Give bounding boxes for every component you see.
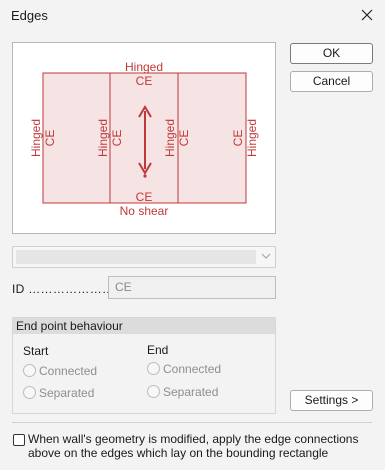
radio-circle xyxy=(23,364,36,377)
radio-circle xyxy=(23,386,36,399)
divider2-hinged-label[interactable]: Hinged xyxy=(163,119,177,157)
left-ce-label[interactable]: CE xyxy=(43,130,57,147)
bottom-edge-label[interactable]: No shear xyxy=(120,204,169,218)
dropdown-value xyxy=(16,250,256,264)
id-label: ID …………………. xyxy=(12,282,118,296)
ok-button[interactable]: OK xyxy=(290,43,373,64)
radio-label: Connected xyxy=(163,362,222,376)
chevron-down-icon xyxy=(261,253,271,259)
edge-type-dropdown[interactable] xyxy=(12,246,276,268)
checkbox-label[interactable]: When wall's geometry is modified, apply … xyxy=(28,432,380,460)
radio-circle xyxy=(147,362,160,375)
close-icon xyxy=(361,9,373,21)
divider2-ce-label[interactable]: CE xyxy=(177,130,191,147)
end-point-behaviour-group: End point behaviour Start End Connected … xyxy=(12,317,276,414)
radio-label: Connected xyxy=(39,364,98,378)
right-ce-label[interactable]: CE xyxy=(231,130,245,147)
title-bar: Edges xyxy=(0,0,385,32)
left-edge-label[interactable]: Hinged xyxy=(29,119,43,157)
group-title: End point behaviour xyxy=(13,318,275,334)
id-field[interactable]: CE xyxy=(108,276,276,299)
radio-label: Separated xyxy=(163,385,219,399)
dialog-title: Edges xyxy=(11,8,48,23)
edges-dialog: Edges Hinged CE CE No shear Hinged CE Hi… xyxy=(0,0,385,470)
edge-preview: Hinged CE CE No shear Hinged CE Hinged C… xyxy=(12,42,276,234)
right-edge-label[interactable]: Hinged xyxy=(245,119,259,157)
close-button[interactable] xyxy=(353,1,383,31)
top-edge-label[interactable]: Hinged xyxy=(125,60,163,74)
bottom-ce-label[interactable]: CE xyxy=(136,190,153,204)
cancel-button[interactable]: Cancel xyxy=(290,71,373,92)
top-ce-label[interactable]: CE xyxy=(136,74,153,88)
settings-button[interactable]: Settings > xyxy=(290,390,373,411)
apply-bounding-edges-checkbox[interactable] xyxy=(13,434,25,446)
radio-label: Separated xyxy=(39,386,95,400)
end-heading: End xyxy=(147,343,169,357)
divider1-hinged-label[interactable]: Hinged xyxy=(96,119,110,157)
divider1-ce-label[interactable]: CE xyxy=(110,130,124,147)
start-heading: Start xyxy=(23,344,49,358)
divider xyxy=(12,422,372,423)
radio-circle xyxy=(147,385,160,398)
